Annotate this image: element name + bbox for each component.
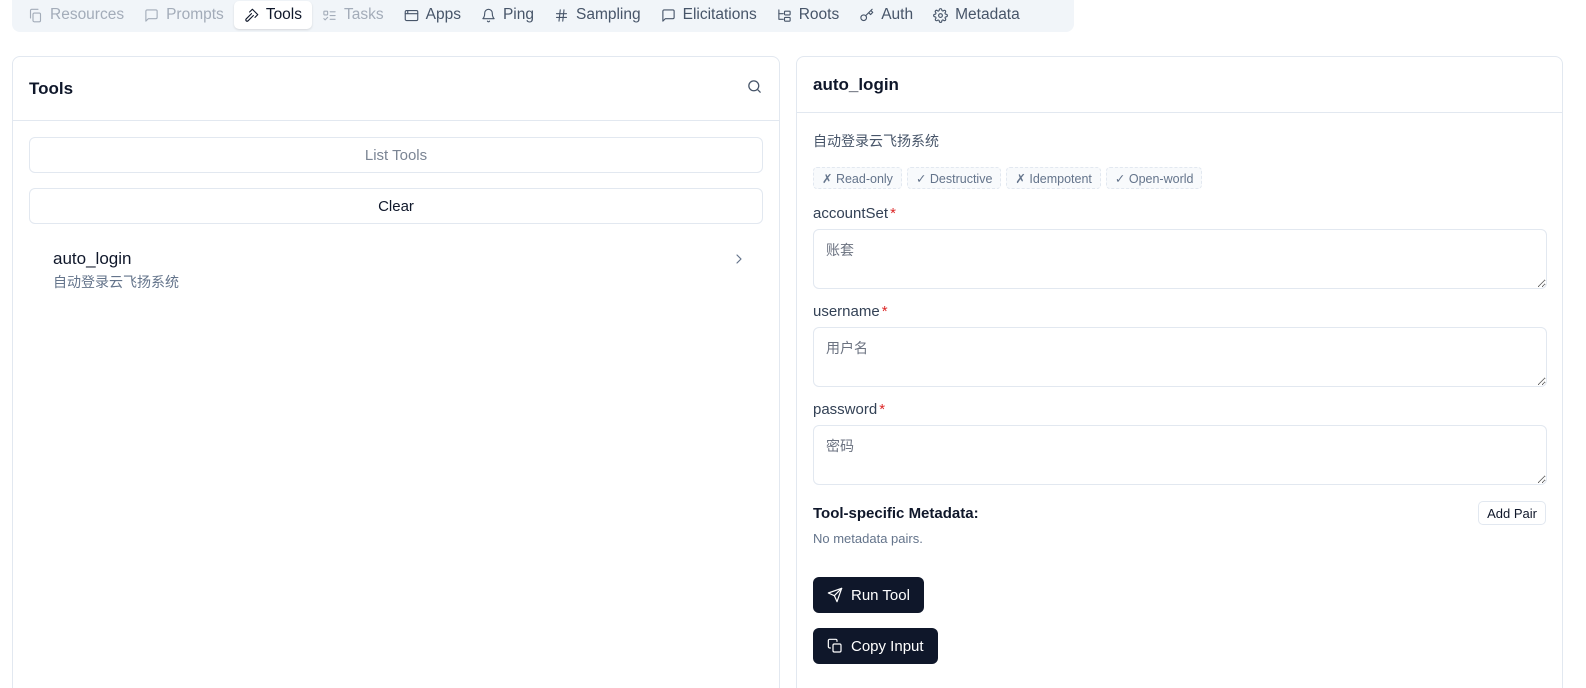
- tab-metadata[interactable]: Metadata: [923, 1, 1030, 29]
- tool-detail-body: 自动登录云飞扬系统 ✗ Read-only ✓ Destructive ✗ Id…: [797, 113, 1562, 680]
- chevron-right-icon: [731, 251, 747, 272]
- tab-bar: Resources Prompts Tools Tasks Apps Ping …: [12, 0, 1074, 32]
- tab-ping[interactable]: Ping: [471, 1, 544, 29]
- tab-label: Ping: [502, 6, 534, 23]
- metadata-title: Tool-specific Metadata:: [813, 504, 979, 522]
- tool-description: 自动登录云飞扬系统: [53, 274, 179, 290]
- message-square-icon: [661, 8, 675, 22]
- tool-detail-panel: auto_login 自动登录云飞扬系统 ✗ Read-only ✓ Destr…: [796, 56, 1563, 688]
- copy-input-label: Copy Input: [851, 637, 924, 655]
- tab-label: Tools: [265, 6, 302, 23]
- run-tool-label: Run Tool: [851, 586, 910, 604]
- account-set-input[interactable]: [813, 229, 1547, 289]
- tools-panel: Tools List Tools Clear auto_login 自动登录云飞…: [12, 56, 780, 688]
- field-label: accountSet *: [813, 205, 1546, 223]
- tool-detail-description: 自动登录云飞扬系统: [813, 133, 939, 149]
- search-button[interactable]: [746, 78, 763, 100]
- badge-read-only: ✗ Read-only: [813, 167, 902, 189]
- settings-icon: [933, 7, 948, 23]
- tab-tasks[interactable]: Tasks: [312, 1, 394, 29]
- bell-icon: [482, 8, 495, 22]
- tab-label: Roots: [798, 6, 840, 23]
- message-square-icon: [145, 8, 158, 22]
- tab-apps[interactable]: Apps: [394, 1, 471, 29]
- tab-resources[interactable]: Resources: [18, 1, 134, 29]
- tab-label: Tasks: [344, 6, 384, 23]
- field-label-text: password: [813, 401, 878, 418]
- run-tool-button[interactable]: Run Tool: [813, 577, 924, 613]
- add-pair-button[interactable]: Add Pair: [1478, 501, 1546, 525]
- tab-roots[interactable]: Roots: [767, 1, 850, 29]
- list-tools-button[interactable]: List Tools: [29, 137, 763, 173]
- badge-destructive: ✓ Destructive: [906, 167, 1002, 189]
- tab-sampling[interactable]: Sampling: [544, 1, 651, 29]
- tools-panel-header: Tools: [13, 57, 779, 121]
- tab-label: Sampling: [576, 6, 641, 23]
- badge-open-world: ✓ Open-world: [1105, 167, 1203, 189]
- files-icon: [29, 8, 42, 22]
- app-window-icon: [404, 9, 418, 21]
- search-icon: [748, 79, 761, 93]
- copy-input-button[interactable]: Copy Input: [813, 628, 938, 664]
- required-mark: *: [879, 401, 886, 418]
- field-label-text: username: [813, 303, 880, 320]
- field-username: username *: [813, 303, 1547, 387]
- tool-list-item[interactable]: auto_login 自动登录云飞扬系统: [29, 237, 763, 301]
- metadata-header: Tool-specific Metadata: Add Pair: [813, 501, 1546, 525]
- tab-auth[interactable]: Auth: [849, 1, 923, 29]
- password-input[interactable]: [813, 425, 1547, 485]
- metadata-empty-text: No metadata pairs.: [813, 531, 923, 546]
- tab-label: Elicitations: [682, 6, 757, 23]
- username-input[interactable]: [813, 327, 1547, 387]
- folder-tree-icon: [778, 8, 791, 22]
- tab-label: Auth: [881, 6, 914, 23]
- tab-label: Metadata: [955, 6, 1020, 23]
- annotation-badges: ✗ Read-only ✓ Destructive ✗ Idempotent ✓…: [813, 167, 1546, 189]
- field-label: password *: [813, 401, 1546, 419]
- field-account-set: accountSet *: [813, 205, 1547, 289]
- clear-button[interactable]: Clear: [29, 188, 763, 224]
- tab-label: Apps: [425, 6, 461, 23]
- tab-elicitations[interactable]: Elicitations: [651, 1, 767, 29]
- key-icon: [860, 8, 874, 21]
- field-label: username *: [813, 303, 1546, 321]
- tab-label: Resources: [50, 6, 125, 23]
- badge-idempotent: ✗ Idempotent: [1006, 167, 1101, 189]
- required-mark: *: [890, 205, 896, 222]
- field-password: password *: [813, 401, 1547, 485]
- list-todo-icon: [323, 10, 336, 20]
- tab-prompts[interactable]: Prompts: [134, 1, 234, 29]
- hammer-icon: [245, 8, 259, 22]
- field-label-text: accountSet: [813, 205, 889, 222]
- hash-icon: [555, 8, 568, 22]
- send-icon: [827, 587, 843, 603]
- tool-detail-title: auto_login: [813, 74, 899, 94]
- tool-name: auto_login: [53, 249, 132, 268]
- tab-tools[interactable]: Tools: [233, 1, 312, 29]
- tool-detail-header: auto_login: [797, 57, 1562, 113]
- copy-icon: [827, 638, 842, 653]
- required-mark: *: [881, 303, 888, 320]
- tab-label: Prompts: [166, 6, 224, 23]
- tools-panel-title: Tools: [29, 78, 74, 98]
